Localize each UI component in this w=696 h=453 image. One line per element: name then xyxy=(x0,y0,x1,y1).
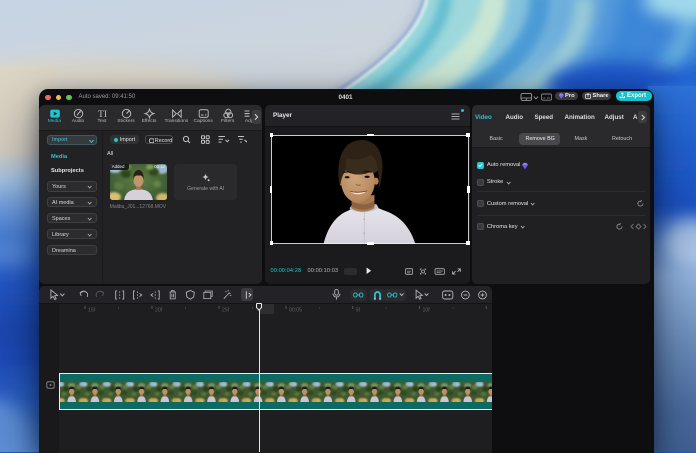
svg-text:25f: 25f xyxy=(222,307,230,313)
svg-text:10f: 10f xyxy=(423,307,431,313)
svg-text:5f: 5f xyxy=(356,307,361,313)
svg-text:00:05: 00:05 xyxy=(289,307,302,313)
svg-text:15f: 15f xyxy=(88,307,96,313)
svg-text:20f: 20f xyxy=(155,307,163,313)
